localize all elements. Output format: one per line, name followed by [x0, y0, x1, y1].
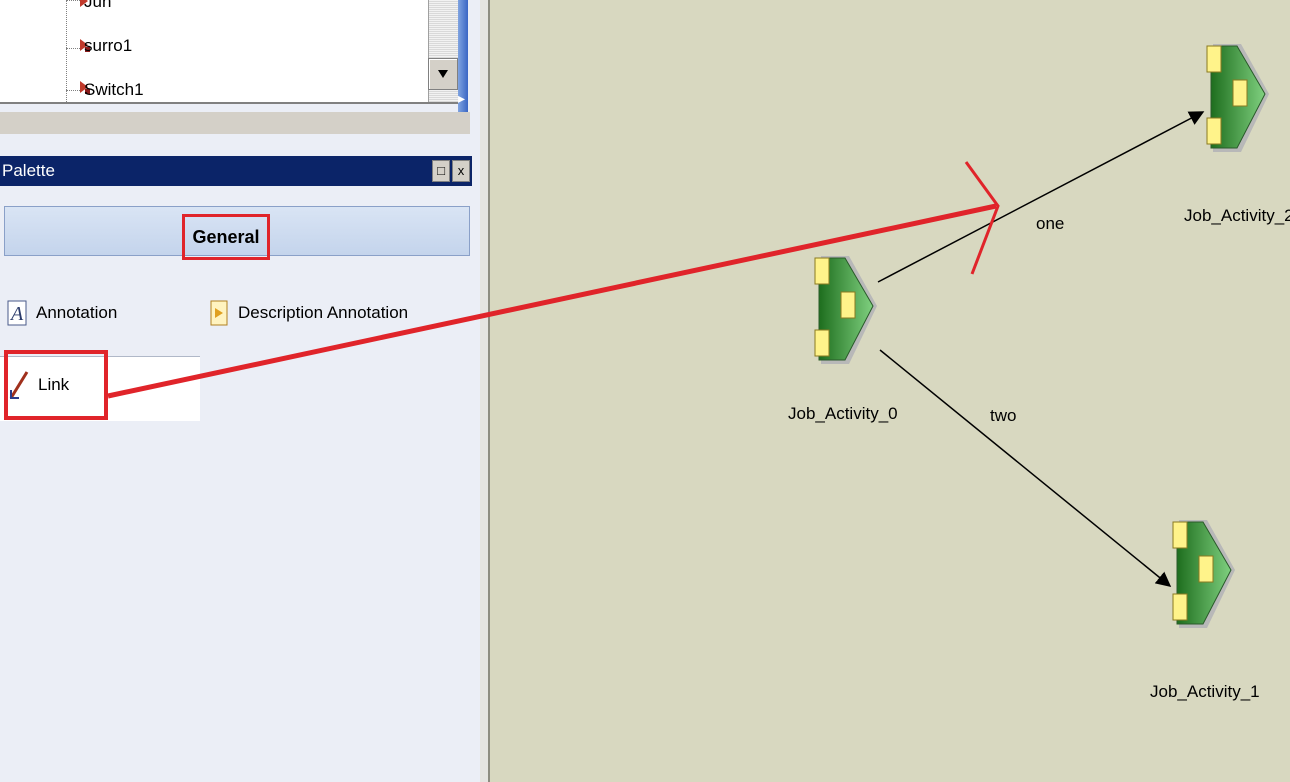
node-label-job-activity-2[interactable]: Job_Activity_2 — [1184, 206, 1290, 226]
highlight-box-link — [4, 350, 108, 420]
svg-text:A: A — [9, 303, 24, 325]
link-label-two[interactable]: two — [990, 406, 1016, 426]
annotation-icon: A — [6, 300, 28, 326]
node-label-job-activity-1[interactable]: Job_Activity_1 — [1150, 682, 1260, 702]
restore-button[interactable]: □ — [432, 160, 450, 182]
close-button[interactable]: x — [452, 160, 470, 182]
panel-edge — [458, 0, 468, 118]
link-label-one[interactable]: one — [1036, 214, 1064, 234]
palette-item-annotation[interactable]: A Annotation — [6, 300, 117, 326]
repository-tree: Jun surro1 Switch1 — [0, 0, 458, 104]
job-canvas[interactable] — [488, 0, 1290, 782]
scroll-down-button[interactable] — [428, 58, 458, 90]
panel-separator — [0, 112, 470, 134]
left-panel: Jun surro1 Switch1 Palette □ x General A… — [0, 0, 481, 782]
palette-item-label: Description Annotation — [238, 303, 409, 322]
tree-item[interactable]: Jun — [84, 0, 111, 12]
palette-title-bar: Palette □ x — [0, 156, 472, 186]
palette-group-general[interactable]: General — [182, 214, 270, 260]
palette-item-label: Annotation — [36, 303, 118, 322]
tree-item[interactable]: surro1 — [84, 36, 132, 56]
node-label-job-activity-0[interactable]: Job_Activity_0 — [788, 404, 898, 424]
arrow-down-icon — [438, 70, 448, 78]
palette-title: Palette — [2, 161, 55, 180]
tree-item[interactable]: Switch1 — [84, 80, 144, 100]
palette-item-description-annotation[interactable]: Description Annotation — [208, 300, 408, 326]
description-annotation-icon — [208, 300, 230, 326]
